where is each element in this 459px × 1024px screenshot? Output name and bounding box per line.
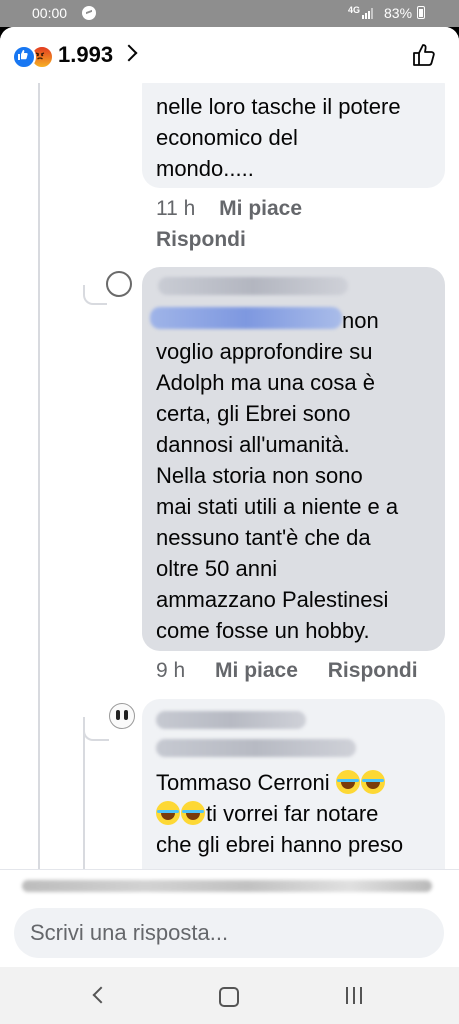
reply-comment-button[interactable]: Rispondi bbox=[156, 228, 246, 252]
like-button-icon[interactable] bbox=[411, 42, 437, 68]
like-comment-button[interactable]: Mi piace bbox=[219, 197, 302, 220]
redacted-author-name bbox=[156, 711, 306, 729]
battery-percent: 83% bbox=[384, 5, 413, 21]
laughing-emoji-icon bbox=[181, 801, 205, 825]
comment-meta: 11 h Mi piace bbox=[156, 197, 302, 221]
signal-icon bbox=[362, 8, 374, 19]
reaction-count[interactable]: 1.993 bbox=[58, 42, 113, 68]
thread-line bbox=[38, 83, 40, 873]
reply-input[interactable] bbox=[14, 908, 444, 958]
comment-bubble[interactable]: non voglio approfondire su Adolph ma una… bbox=[142, 267, 445, 651]
battery-icon bbox=[417, 6, 425, 19]
comment-text: nelle loro tasche il potere economico de… bbox=[156, 94, 401, 181]
comment-meta: 9 h Mi piace Rispondi bbox=[156, 659, 418, 683]
recents-icon[interactable] bbox=[346, 987, 364, 1004]
comment-thread: nelle loro tasche il potere economico de… bbox=[0, 27, 459, 967]
comment-time: 9 h bbox=[156, 659, 186, 682]
redacted-author-detail bbox=[156, 739, 356, 757]
reply-composer bbox=[0, 869, 459, 967]
status-bar: 00:00 4G 83% bbox=[0, 0, 459, 27]
comment-text: Tommaso Cerroni ti vorrei far notare che… bbox=[156, 770, 404, 857]
avatar[interactable] bbox=[109, 703, 135, 729]
laughing-emoji-icon bbox=[360, 770, 385, 794]
reply-comment-button[interactable]: Rispondi bbox=[328, 659, 418, 682]
thread-branch bbox=[83, 717, 109, 741]
back-icon[interactable] bbox=[92, 986, 110, 1004]
comment-time: 11 h bbox=[156, 197, 196, 220]
like-comment-button[interactable]: Mi piace bbox=[215, 659, 298, 682]
comments-sheet: 1.993 nelle loro tasche il potere econom… bbox=[0, 27, 459, 967]
chevron-right-icon[interactable] bbox=[120, 44, 138, 62]
comment-bubble[interactable]: nelle loro tasche il potere economico de… bbox=[142, 67, 445, 188]
comment-text: non voglio approfondire su Adolph ma una… bbox=[156, 308, 399, 643]
mention-link[interactable]: Tommaso Cerroni bbox=[156, 770, 330, 795]
navigation-bar bbox=[0, 967, 459, 1024]
network-type: 4G bbox=[348, 5, 361, 15]
redacted-reply-context bbox=[22, 880, 432, 892]
status-time: 00:00 bbox=[32, 5, 68, 21]
sheet-header: 1.993 bbox=[0, 27, 459, 83]
like-reaction-icon[interactable] bbox=[12, 45, 36, 69]
laughing-emoji-icon bbox=[335, 770, 360, 794]
home-icon[interactable] bbox=[219, 987, 239, 1007]
thread-line bbox=[83, 717, 85, 877]
avatar[interactable] bbox=[106, 271, 132, 297]
laughing-emoji-icon bbox=[156, 801, 180, 825]
redacted-author-name bbox=[158, 277, 348, 295]
messenger-icon bbox=[82, 6, 96, 20]
thread-branch bbox=[83, 285, 107, 305]
